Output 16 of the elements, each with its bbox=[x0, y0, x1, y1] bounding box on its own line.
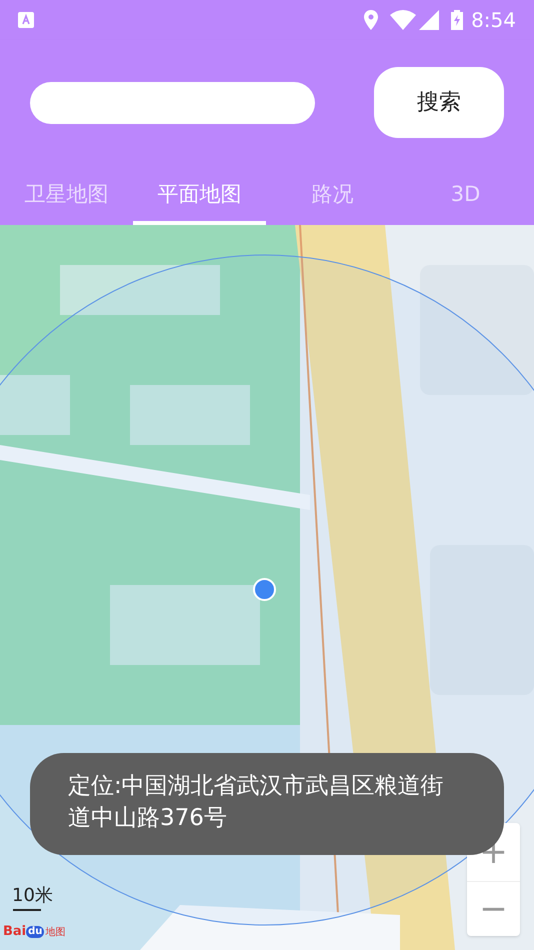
map-tab[interactable]: 卫星地图 bbox=[0, 165, 133, 225]
map-tab[interactable]: 3D bbox=[399, 165, 532, 225]
battery-icon bbox=[451, 10, 464, 30]
search-field[interactable] bbox=[30, 82, 315, 124]
wifi-icon bbox=[390, 10, 416, 30]
zoom-out-button[interactable]: − bbox=[467, 881, 520, 935]
scale-label: 10米 bbox=[12, 884, 53, 908]
logo-text: Bai bbox=[3, 925, 26, 938]
signal-icon bbox=[419, 10, 440, 30]
scale-bar bbox=[13, 909, 41, 911]
location-icon bbox=[364, 10, 378, 30]
logo-suffix: 地图 bbox=[45, 928, 66, 938]
status-time: 8:54 bbox=[471, 7, 516, 34]
notification-icon bbox=[18, 12, 34, 28]
map-tab[interactable]: 路况 bbox=[266, 165, 399, 225]
search-button[interactable]: 搜索 bbox=[374, 67, 504, 138]
